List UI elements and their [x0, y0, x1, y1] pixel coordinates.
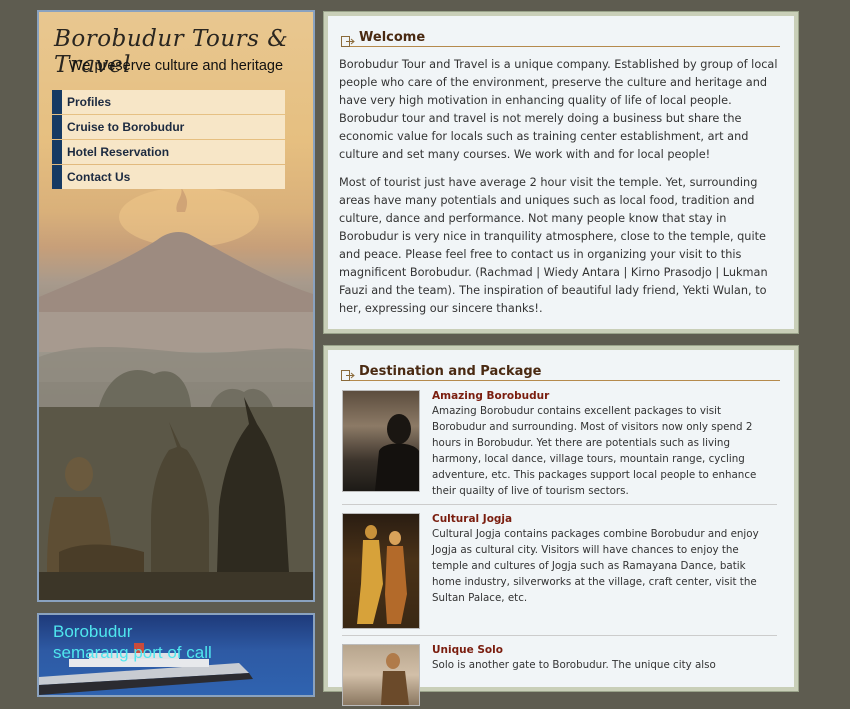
package-item[interactable]: Cultural Jogja Cultural Jogja contains p…	[342, 513, 777, 636]
package-title[interactable]: Amazing Borobudur	[432, 390, 771, 402]
site-tagline: We preserve culture and heritage	[68, 58, 284, 74]
cruise-banner-line2: semarang port of call	[53, 643, 212, 662]
welcome-heading-bar: Welcome	[341, 30, 780, 47]
header-panel: Borobudur Tours & Travel We preserve cul…	[37, 10, 315, 602]
welcome-box: Welcome Borobudur Tour and Travel is a u…	[323, 11, 799, 334]
nav-item-label: Contact Us	[67, 170, 131, 184]
package-image-unique-solo[interactable]	[342, 644, 420, 706]
package-description: Cultural Jogja contains packages combine…	[432, 528, 759, 604]
package-image-cultural-jogja[interactable]	[342, 513, 420, 629]
nav-item-hotel-reservation[interactable]: Hotel Reservation	[52, 140, 285, 164]
welcome-text: Borobudur Tour and Travel is a unique co…	[339, 56, 780, 318]
package-item[interactable]: Unique Solo Solo is another gate to Boro…	[342, 644, 777, 706]
main-nav: Profiles Cruise to Borobudur Hotel Reser…	[52, 90, 285, 190]
welcome-paragraph-1: Borobudur Tour and Travel is a unique co…	[339, 58, 778, 161]
destination-heading-bar: Destination and Package	[341, 364, 780, 381]
arrow-icon	[341, 366, 355, 381]
nav-item-label: Cruise to Borobudur	[67, 120, 185, 134]
arrow-icon	[341, 32, 355, 47]
nav-item-label: Hotel Reservation	[67, 145, 170, 159]
package-title[interactable]: Unique Solo	[432, 644, 771, 656]
destination-heading: Destination and Package	[359, 364, 542, 379]
package-item[interactable]: Amazing Borobudur Amazing Borobudur cont…	[342, 390, 777, 505]
package-description: Amazing Borobudur contains excellent pac…	[432, 405, 757, 497]
package-body: Amazing Borobudur Amazing Borobudur cont…	[432, 390, 777, 499]
cruise-banner-line1: Borobudur	[53, 622, 133, 641]
package-body: Cultural Jogja Cultural Jogja contains p…	[432, 513, 777, 606]
cruise-banner-title: Borobudur semarang port of call	[53, 621, 303, 663]
welcome-heading: Welcome	[359, 30, 426, 45]
nav-item-cruise[interactable]: Cruise to Borobudur	[52, 115, 285, 139]
welcome-paragraph-2: Most of tourist just have average 2 hour…	[339, 176, 768, 315]
nav-item-label: Profiles	[67, 95, 112, 109]
package-title[interactable]: Cultural Jogja	[432, 513, 771, 525]
destination-box: Destination and Package Amazing Borobudu…	[323, 345, 799, 706]
package-description: Solo is another gate to Borobudur. The u…	[432, 659, 716, 671]
nav-item-profiles[interactable]: Profiles	[52, 90, 285, 114]
package-body: Unique Solo Solo is another gate to Boro…	[432, 644, 777, 673]
cruise-banner[interactable]: Borobudur semarang port of call	[37, 613, 315, 697]
nav-item-contact-us[interactable]: Contact Us	[52, 165, 285, 189]
package-image-amazing-borobudur[interactable]	[342, 390, 420, 492]
